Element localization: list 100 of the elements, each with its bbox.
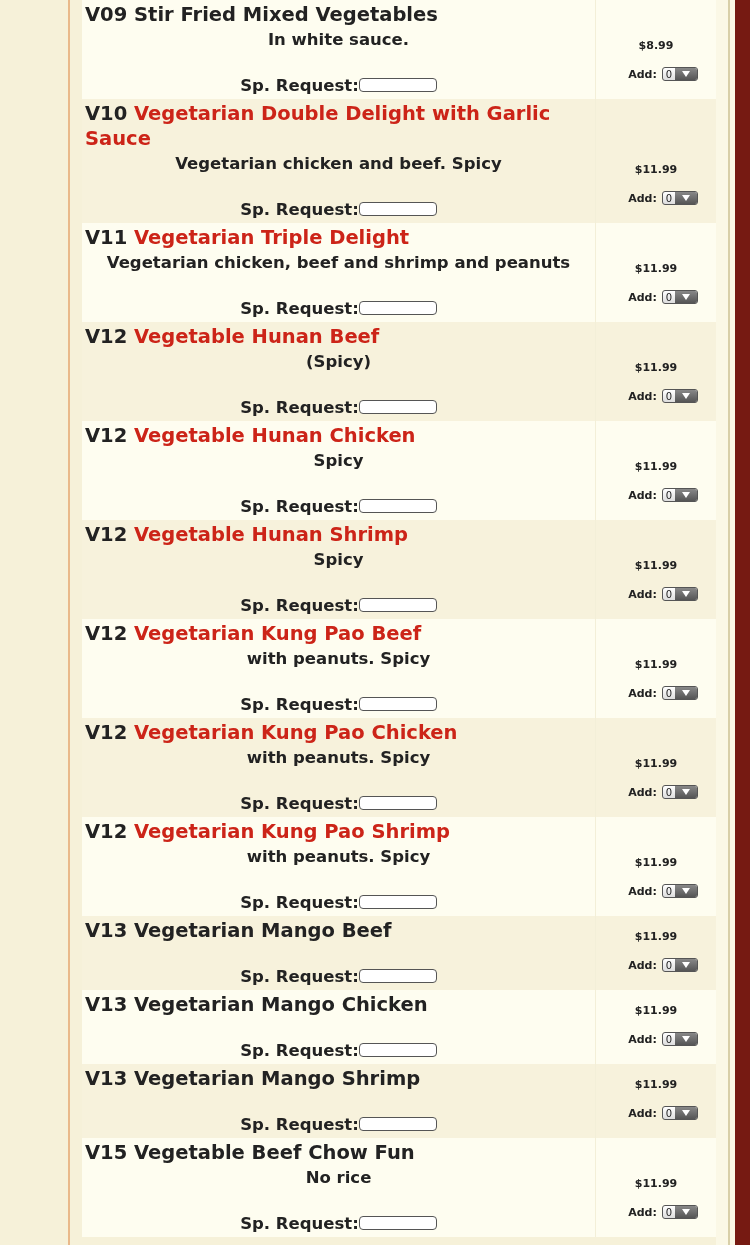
quantity-dropdown[interactable]: 0 [661,587,698,601]
special-request-field[interactable] [358,969,437,983]
caret-icon [682,195,690,201]
special-request-label: Sp. Request: [240,496,359,516]
dish-description: (Spicy) [305,351,372,373]
special-request-label: Sp. Request: [240,1040,359,1060]
caret-icon [682,1036,690,1042]
quantity-dropdown[interactable]: 0 [661,785,698,799]
special-request-label: Sp. Request: [240,595,359,615]
special-request-label: Sp. Request: [240,397,359,417]
add-label: Add: [628,67,657,81]
price: $8.99 [638,39,674,52]
quantity-dropdown[interactable]: 0 [661,67,698,81]
dish-title: V09 Stir Fried Mixed Vegetables [85,2,439,27]
caret-icon [682,492,690,498]
caret-icon [682,294,690,300]
special-request-field[interactable] [358,697,437,711]
dish-title: V11 Vegetarian Triple Delight [85,225,411,250]
special-request-field[interactable] [358,598,437,612]
add-label: Add: [628,1106,657,1120]
quantity-dropdown[interactable]: 0 [661,1032,698,1046]
quantity-dropdown[interactable]: 0 [661,884,698,898]
special-request-label: Sp. Request: [240,199,359,219]
special-request-field[interactable] [358,1117,437,1131]
special-request-label: Sp. Request: [240,966,359,986]
price: $11.99 [634,658,678,671]
caret-icon [682,789,690,795]
caret-icon [682,591,690,597]
dish-title: V12 Vegetable Hunan Shrimp [85,522,410,547]
price: $11.99 [634,1004,678,1017]
special-request-label: Sp. Request: [240,1114,359,1134]
caret-icon [682,962,690,968]
special-request-label: Sp. Request: [240,892,359,912]
caret-icon [682,71,690,77]
special-request-field[interactable] [358,78,437,92]
add-label: Add: [628,958,657,972]
price: $11.99 [634,757,678,770]
add-label: Add: [628,686,657,700]
quantity-dropdown[interactable]: 0 [661,1106,698,1120]
special-request-field[interactable] [358,499,437,513]
add-label: Add: [628,488,657,502]
dish-title: V12 Vegetarian Kung Pao Shrimp [85,819,451,844]
special-request-label: Sp. Request: [240,793,359,813]
dish-title: V13 Vegetarian Mango Beef [85,918,393,943]
quantity-dropdown[interactable]: 0 [661,290,698,304]
price: $11.99 [634,460,678,473]
special-request-field[interactable] [358,796,437,810]
add-label: Add: [628,1032,657,1046]
dish-description: In white sauce. [266,29,410,51]
price: $11.99 [634,930,678,943]
price: $11.99 [634,856,678,869]
dish-title: V13 Vegetarian Mango Shrimp [85,1066,422,1091]
quantity-dropdown[interactable]: 0 [661,191,698,205]
dish-title: V13 Vegetarian Mango Chicken [85,992,429,1017]
special-request-label: Sp. Request: [240,75,359,95]
dish-description: Spicy [312,549,365,571]
price: $11.99 [634,559,678,572]
caret-icon [682,690,690,696]
add-label: Add: [628,389,657,403]
special-request-field[interactable] [358,1043,437,1057]
caret-icon [682,888,690,894]
special-request-field[interactable] [358,202,437,216]
dish-title: V15 Vegetable Beef Chow Fun [85,1140,416,1165]
quantity-dropdown[interactable]: 0 [661,1205,698,1219]
dish-title: V12 Vegetable Hunan Chicken [85,423,417,448]
add-label: Add: [628,290,657,304]
caret-icon [682,1209,690,1215]
dish-description: Vegetarian chicken and beef. Spicy [174,153,503,175]
quantity-dropdown[interactable]: 0 [661,958,698,972]
special-request-field[interactable] [358,400,437,414]
price: $11.99 [634,1078,678,1091]
quantity-dropdown[interactable]: 0 [661,389,698,403]
dish-description: with peanuts. Spicy [245,648,432,670]
caret-icon [682,393,690,399]
add-label: Add: [628,587,657,601]
quantity-dropdown[interactable]: 0 [661,686,698,700]
special-request-field[interactable] [358,301,437,315]
dish-title: V12 Vegetable Hunan Beef [85,324,381,349]
special-request-label: Sp. Request: [240,1213,359,1233]
caret-icon [682,1110,690,1116]
add-label: Add: [628,884,657,898]
price: $11.99 [634,1177,678,1190]
special-request-field[interactable] [358,895,437,909]
special-request-label: Sp. Request: [240,298,359,318]
price: $11.99 [634,361,678,374]
dish-description: No rice [304,1167,373,1189]
dish-description: with peanuts. Spicy [245,846,432,868]
add-label: Add: [628,785,657,799]
dish-description: Spicy [312,450,365,472]
price: $11.99 [634,163,678,176]
dish-description: Vegetarian chicken, beef and shrimp and peanuts [105,252,572,274]
quantity-dropdown[interactable]: 0 [661,488,698,502]
dish-description: with peanuts. Spicy [245,747,432,769]
dish-title: V12 Vegetarian Kung Pao Beef [85,621,423,646]
dish-title: V12 Vegetarian Kung Pao Chicken [85,720,459,745]
special-request-field[interactable] [358,1216,437,1230]
price: $11.99 [634,262,678,275]
dish-title: V10 Vegetarian Double Delight with Garlic Sauce [85,101,552,151]
add-label: Add: [628,1205,657,1219]
add-label: Add: [628,191,657,205]
